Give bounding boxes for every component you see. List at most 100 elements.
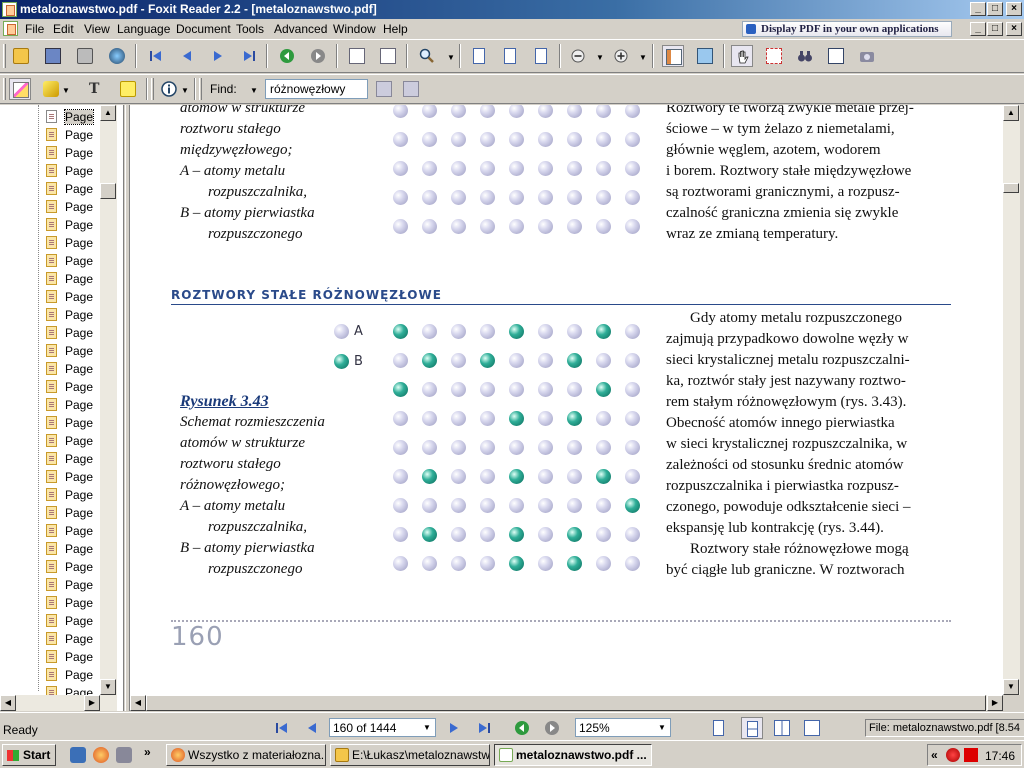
menu-tools[interactable]: Tools (236, 22, 264, 36)
doc-hscroll-thumb[interactable] (146, 695, 986, 711)
toolbar-grip[interactable] (3, 78, 6, 100)
page-thumbnail-row[interactable]: Page (32, 270, 102, 288)
pages-panel-scrollbar[interactable]: ▲ ▼ (100, 105, 117, 695)
quicklaunch-drive-icon[interactable] (116, 747, 132, 763)
status-previous-page-button[interactable] (301, 717, 323, 739)
page-thumbnail-row[interactable]: Page (32, 648, 102, 666)
page-thumbnail-row[interactable]: Page (32, 108, 102, 126)
rotate-right-button[interactable] (377, 45, 399, 67)
find-previous-button[interactable] (373, 78, 395, 100)
go-forward-button[interactable] (307, 45, 329, 67)
page-thumbnail-row[interactable]: Page (32, 378, 102, 396)
facing-mode-button[interactable] (771, 717, 793, 739)
pages-panel-hscrollbar[interactable]: ◀ ▶ (0, 695, 117, 711)
find-next-button[interactable] (400, 78, 422, 100)
highlight-dropdown[interactable]: ▼ (62, 86, 70, 95)
zoom-in-button[interactable] (610, 45, 632, 67)
foxit-app-icon[interactable] (2, 2, 17, 17)
doc-scroll-right-button[interactable]: ▶ (987, 695, 1003, 711)
document-vertical-scrollbar[interactable]: ▲ ▼ (1003, 105, 1020, 695)
status-back-button[interactable] (511, 717, 533, 739)
page-thumbnail-row[interactable]: Page (32, 360, 102, 378)
page-number-field[interactable]: 160 of 1444 ▼ (329, 718, 436, 737)
menu-help[interactable]: Help (383, 22, 408, 36)
scroll-up-button[interactable]: ▲ (100, 105, 116, 121)
doc-scroll-up-button[interactable]: ▲ (1003, 105, 1019, 121)
rotate-button[interactable] (346, 45, 368, 67)
task-explorer-window[interactable]: E:\Łukasz\metaloznawstwo (330, 744, 490, 766)
page-thumbnail-row[interactable]: Page (32, 666, 102, 684)
doc-scroll-thumb[interactable] (1003, 183, 1019, 193)
menu-language[interactable]: Language (117, 22, 170, 36)
status-first-page-button[interactable] (271, 717, 293, 739)
fit-page-button[interactable] (530, 45, 552, 67)
doc-close-button[interactable]: × (1006, 22, 1022, 36)
menu-file[interactable]: File (25, 22, 44, 36)
status-forward-button[interactable] (541, 717, 563, 739)
page-thumbnail-row[interactable]: Page (32, 342, 102, 360)
doc-restore-button[interactable]: □ (987, 22, 1003, 36)
page-thumbnail-row[interactable]: Page (32, 522, 102, 540)
previous-page-button[interactable] (176, 45, 198, 67)
single-page-mode-button[interactable] (708, 717, 730, 739)
quicklaunch-more-button[interactable]: » (144, 745, 151, 759)
snapshot-button[interactable] (856, 45, 878, 67)
doc-scroll-left-button[interactable]: ◀ (130, 695, 146, 711)
find-input[interactable] (265, 79, 368, 99)
maximize-button[interactable]: □ (987, 2, 1003, 16)
fit-width-button[interactable] (499, 45, 521, 67)
page-thumbnail-row[interactable]: Page (32, 216, 102, 234)
print-button[interactable] (74, 45, 96, 67)
page-thumbnail-row[interactable]: Page (32, 144, 102, 162)
scroll-left-button[interactable]: ◀ (0, 695, 16, 711)
tray-expand-button[interactable]: « (931, 748, 938, 762)
zoom-level-field[interactable]: 125% ▼ (575, 718, 671, 737)
zoom-out-dropdown[interactable]: ▼ (596, 53, 604, 62)
page-thumbnail-row[interactable]: Page (32, 198, 102, 216)
page-thumbnail-row[interactable]: Page (32, 324, 102, 342)
page-thumbnail-row[interactable]: Page (32, 126, 102, 144)
email-button[interactable] (106, 45, 128, 67)
page-thumbnail-row[interactable]: Page (32, 162, 102, 180)
typewriter-button[interactable] (825, 45, 847, 67)
task-foxit-window[interactable]: metaloznawstwo.pdf ... (494, 744, 652, 766)
full-screen-button[interactable] (694, 45, 716, 67)
close-button[interactable]: × (1006, 2, 1022, 16)
scroll-thumb[interactable] (100, 183, 116, 199)
page-thumbnail-row[interactable]: Page (32, 612, 102, 630)
page-thumbnail-row[interactable]: Page (32, 180, 102, 198)
page-thumbnail-row[interactable]: Page (32, 414, 102, 432)
page-thumbnail-row[interactable]: Page (32, 468, 102, 486)
toolbar-grip[interactable] (199, 78, 202, 100)
bookmarks-toggle-button[interactable] (662, 45, 684, 67)
minimize-button[interactable]: _ (970, 2, 986, 16)
zoom-tool-dropdown[interactable]: ▼ (447, 53, 455, 62)
figure-title[interactable]: Rysunek 3.43 (180, 393, 269, 411)
continuous-facing-mode-button[interactable] (801, 717, 823, 739)
page-thumbnail-row[interactable]: Page (32, 540, 102, 558)
task-browser-window[interactable]: Wszystko z materiałozna... (166, 744, 326, 766)
first-page-button[interactable] (145, 45, 167, 67)
page-thumbnail-row[interactable]: Page (32, 576, 102, 594)
status-last-page-button[interactable] (473, 717, 495, 739)
open-button[interactable] (10, 45, 32, 67)
tray-alert-icon[interactable] (964, 748, 978, 762)
zoom-in-dropdown[interactable]: ▼ (639, 53, 647, 62)
menu-view[interactable]: View (84, 22, 110, 36)
document-horizontal-scrollbar[interactable]: ◀ ▶ (130, 695, 1003, 711)
comment-button[interactable] (117, 78, 139, 100)
start-button[interactable]: Start (2, 744, 56, 766)
doc-scroll-down-button[interactable]: ▼ (1003, 679, 1019, 695)
toolbar-grip[interactable] (3, 44, 6, 68)
page-thumbnail-row[interactable]: Page (32, 288, 102, 306)
page-thumbnail-row[interactable]: Page (32, 504, 102, 522)
single-page-button[interactable] (468, 45, 490, 67)
doc-minimize-button[interactable]: _ (970, 22, 986, 36)
page-thumbnail-row[interactable]: Page (32, 396, 102, 414)
toolbar-grip[interactable] (151, 78, 154, 100)
continuous-mode-button[interactable] (741, 717, 763, 739)
status-next-page-button[interactable] (443, 717, 465, 739)
next-page-button[interactable] (207, 45, 229, 67)
page-thumbnail-row[interactable]: Page (32, 630, 102, 648)
zoom-tool-button[interactable] (416, 45, 438, 67)
